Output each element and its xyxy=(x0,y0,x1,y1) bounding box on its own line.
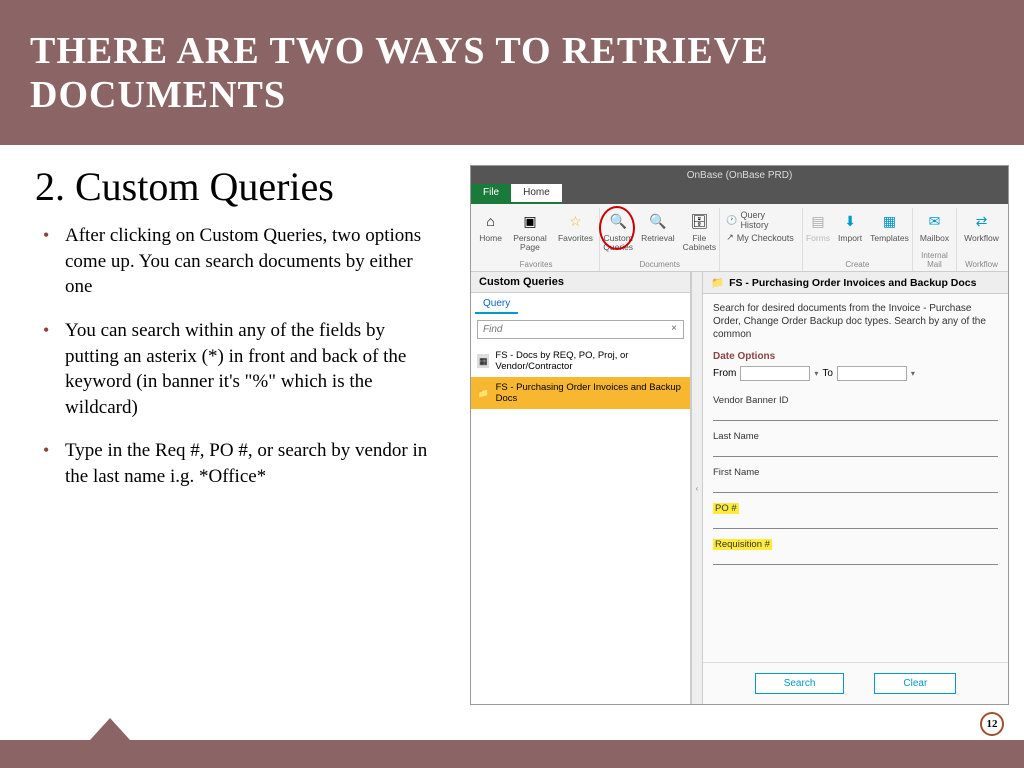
field-label-highlighted: PO # xyxy=(713,503,739,514)
document-icon: ▦ xyxy=(477,354,489,368)
bullet-item: After clicking on Custom Queries, two op… xyxy=(65,223,440,300)
to-date-input[interactable] xyxy=(837,366,907,381)
requisition-input[interactable] xyxy=(713,551,998,565)
group-label: Create xyxy=(803,260,912,269)
folder-icon: 📁 xyxy=(711,276,724,289)
field-label: Vendor Banner ID xyxy=(713,395,998,406)
clock-icon: 🕐 xyxy=(726,215,737,226)
sidebar: Custom Queries Query × ▦ FS - Docs by RE… xyxy=(471,272,691,704)
forms-button[interactable]: ▤Forms xyxy=(802,208,834,245)
group-label: Documents xyxy=(600,260,719,269)
mailbox-button[interactable]: ✉Mailbox xyxy=(916,208,953,245)
file-cabinets-button[interactable]: 🗄File Cabinets xyxy=(679,208,721,253)
collapse-handle[interactable]: ‹ xyxy=(691,272,703,704)
search-icon: 🔍 xyxy=(607,210,629,232)
person-icon: ▣ xyxy=(519,210,541,232)
app-window: OnBase (OnBase PRD) File Home ⌂Home ▣Per… xyxy=(470,165,1009,705)
date-row: From ▾ To ▾ xyxy=(713,366,998,381)
vendor-id-input[interactable] xyxy=(713,407,998,421)
custom-queries-button[interactable]: 🔍Custom Queries xyxy=(599,208,637,253)
import-button[interactable]: ⬇Import xyxy=(834,208,866,245)
screenshot-column: OnBase (OnBase PRD) File Home ⌂Home ▣Per… xyxy=(470,165,1024,720)
ribbon-links: 🕐Query History ↗My Checkouts xyxy=(720,208,803,271)
slide-content: 2. Custom Queries After clicking on Cust… xyxy=(0,145,1024,720)
to-label: To xyxy=(822,368,833,379)
from-label: From xyxy=(713,368,736,379)
query-list-item-selected[interactable]: 📁 FS - Purchasing Order Invoices and Bac… xyxy=(471,377,690,409)
workspace: Custom Queries Query × ▦ FS - Docs by RE… xyxy=(471,272,1008,704)
decorative-notch xyxy=(90,718,130,740)
search-button[interactable]: Search xyxy=(755,673,845,694)
query-tab[interactable]: Query xyxy=(475,295,518,314)
ribbon: ⌂Home ▣Personal Page ☆Favorites Favorite… xyxy=(471,204,1008,272)
bullet-list: After clicking on Custom Queries, two op… xyxy=(35,223,440,490)
favorites-button[interactable]: ☆Favorites xyxy=(554,208,597,253)
clear-button[interactable]: Clear xyxy=(874,673,956,694)
lastname-input[interactable] xyxy=(713,443,998,457)
template-icon: ▦ xyxy=(879,210,901,232)
form-body: Search for desired documents from the In… xyxy=(703,294,1008,662)
folder-icon: 📁 xyxy=(477,386,490,400)
checkout-icon: ↗ xyxy=(726,232,734,243)
workflow-icon: ⇄ xyxy=(971,210,993,232)
main-title: 📁 FS - Purchasing Order Invoices and Bac… xyxy=(703,272,1008,294)
field-label-highlighted: Requisition # xyxy=(713,539,772,550)
templates-button[interactable]: ▦Templates xyxy=(866,208,913,245)
bullet-item: You can search within any of the fields … xyxy=(65,318,440,421)
button-row: Search Clear xyxy=(703,662,1008,704)
slide-header: THERE ARE TWO WAYS TO RETRIEVE DOCUMENTS xyxy=(0,0,1024,145)
titlebar: OnBase (OnBase PRD) xyxy=(471,166,1008,184)
tab-file[interactable]: File xyxy=(471,184,511,204)
subtitle: 2. Custom Queries xyxy=(35,165,440,209)
clear-find-icon[interactable]: × xyxy=(665,321,683,338)
text-column: 2. Custom Queries After clicking on Cust… xyxy=(0,165,470,720)
home-icon: ⌂ xyxy=(480,210,502,232)
retrieval-button[interactable]: 🔍Retrieval xyxy=(637,208,679,253)
cabinet-icon: 🗄 xyxy=(688,210,710,232)
group-label: Workflow xyxy=(957,260,1006,269)
find-input[interactable] xyxy=(478,321,665,338)
workflow-button[interactable]: ⇄Workflow xyxy=(960,208,1003,245)
po-input[interactable] xyxy=(713,515,998,529)
bullet-item: Type in the Req #, PO #, or search by ve… xyxy=(65,438,440,489)
find-box: × xyxy=(477,320,684,339)
firstname-input[interactable] xyxy=(713,479,998,493)
ribbon-tabs: File Home xyxy=(471,184,1008,204)
dropdown-icon[interactable]: ▾ xyxy=(911,369,915,378)
field-label: Last Name xyxy=(713,431,998,442)
search-icon: 🔍 xyxy=(647,210,669,232)
home-button[interactable]: ⌂Home xyxy=(475,208,506,253)
group-label: Internal Mail xyxy=(913,251,956,269)
field-label: First Name xyxy=(713,467,998,478)
tab-home[interactable]: Home xyxy=(511,184,562,204)
date-section-label: Date Options xyxy=(713,351,998,362)
sidebar-title: Custom Queries xyxy=(471,272,690,293)
star-icon: ☆ xyxy=(564,210,586,232)
import-icon: ⬇ xyxy=(839,210,861,232)
slide-title: THERE ARE TWO WAYS TO RETRIEVE DOCUMENTS xyxy=(30,29,994,117)
query-history-link[interactable]: 🕐Query History xyxy=(726,210,794,230)
form-icon: ▤ xyxy=(807,210,829,232)
mailbox-icon: ✉ xyxy=(923,210,945,232)
group-label: Favorites xyxy=(473,260,599,269)
page-number: 12 xyxy=(980,712,1004,736)
my-checkouts-link[interactable]: ↗My Checkouts xyxy=(726,232,794,243)
dropdown-icon[interactable]: ▾ xyxy=(814,369,818,378)
personal-page-button[interactable]: ▣Personal Page xyxy=(506,208,554,253)
query-list-item[interactable]: ▦ FS - Docs by REQ, PO, Proj, or Vendor/… xyxy=(471,345,690,377)
slide-footer xyxy=(0,740,1024,768)
description: Search for desired documents from the In… xyxy=(713,302,998,341)
from-date-input[interactable] xyxy=(740,366,810,381)
main-panel: 📁 FS - Purchasing Order Invoices and Bac… xyxy=(703,272,1008,704)
